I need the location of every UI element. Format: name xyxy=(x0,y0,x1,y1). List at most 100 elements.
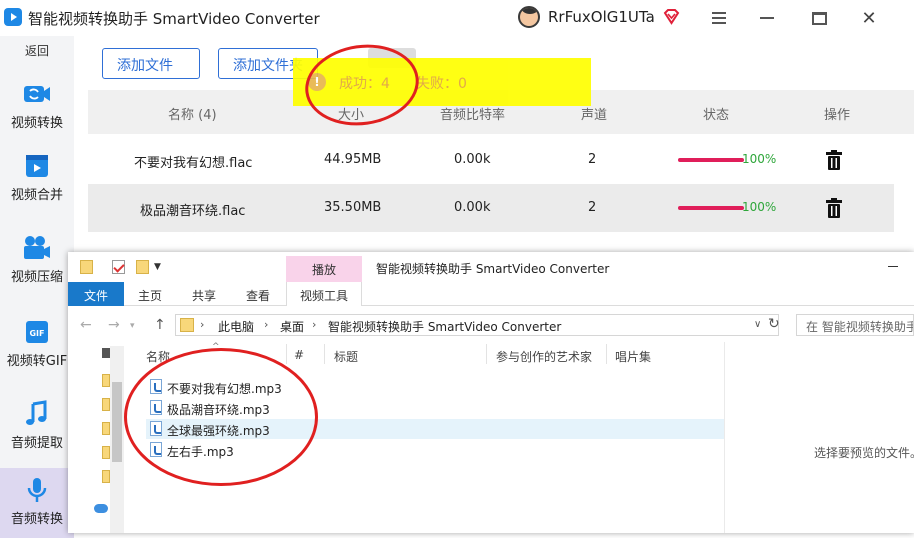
tab-share[interactable]: 共享 xyxy=(184,282,224,306)
file-name: 极品潮音环绕.mp3 xyxy=(167,403,270,417)
maximize-button[interactable] xyxy=(806,6,832,30)
refresh-icon[interactable]: ↻ xyxy=(768,316,780,332)
sidebar-item-video-compress[interactable]: 视频压缩 xyxy=(0,226,74,296)
column-separator[interactable] xyxy=(324,344,325,364)
maximize-icon xyxy=(811,11,827,25)
column-separator[interactable] xyxy=(286,344,287,364)
audio-file-icon xyxy=(150,379,162,394)
column-separator[interactable] xyxy=(606,344,607,364)
trash-icon[interactable] xyxy=(826,198,842,218)
recent-locations-icon[interactable]: ▾ xyxy=(130,321,135,331)
sidebar-item-label: 视频转换 xyxy=(10,116,63,131)
sidebar: 返回 视频转换 视频合并 视频压缩 GIF 视频转GIF 音频提取 音频转换 xyxy=(0,36,74,538)
col-album[interactable]: 唱片集 xyxy=(615,348,651,365)
sidebar-item-video-convert[interactable]: 视频转换 xyxy=(0,72,74,142)
sidebar-item-audio-convert[interactable]: 音频转换 xyxy=(0,468,74,538)
sidebar-item-label: 视频压缩 xyxy=(10,270,63,285)
file-list-item[interactable]: 不要对我有幻想.mp3 xyxy=(146,377,724,397)
chevron-down-icon[interactable]: ∨ xyxy=(754,319,761,330)
folder-icon[interactable] xyxy=(80,260,93,274)
search-input[interactable]: 在 智能视频转换助手 xyxy=(796,314,914,336)
progress-bar xyxy=(678,206,744,210)
success-count: 成功：4 xyxy=(339,76,390,92)
breadcrumb-desktop[interactable]: 桌面 xyxy=(280,318,304,335)
col-track-number[interactable]: # xyxy=(294,348,304,362)
back-arrow-icon[interactable]: ← xyxy=(80,317,92,333)
onedrive-cloud-icon[interactable] xyxy=(94,504,108,513)
tab-home[interactable]: 主页 xyxy=(130,282,170,306)
folder-icon[interactable] xyxy=(102,374,110,387)
col-size: 大小 xyxy=(338,108,365,123)
table-row[interactable]: 极品潮音环绕.flac 35.50MB 0.00k 2 100% xyxy=(88,184,894,232)
breadcrumb-this-pc[interactable]: 此电脑 xyxy=(218,318,254,335)
pane-toggle-icon[interactable] xyxy=(102,348,110,358)
folder-icon[interactable] xyxy=(102,470,110,483)
col-channels: 声道 xyxy=(581,108,608,123)
properties-icon[interactable] xyxy=(112,260,125,274)
tab-file[interactable]: 文件 xyxy=(68,282,124,306)
trash-icon[interactable] xyxy=(826,150,842,170)
forward-arrow-icon[interactable]: → xyxy=(108,317,120,333)
explorer-title: 智能视频转换助手 SmartVideo Converter xyxy=(376,262,610,276)
chevron-right-icon: › xyxy=(264,318,269,331)
preview-pane-divider[interactable] xyxy=(724,342,725,533)
add-file-button[interactable]: 添加文件 xyxy=(102,48,200,79)
table-row[interactable]: 不要对我有幻想.flac 44.95MB 0.00k 2 100% xyxy=(88,136,894,184)
app-logo-icon xyxy=(4,8,22,26)
address-box[interactable]: › 此电脑 › 桌面 › 智能视频转换助手 SmartVideo Convert… xyxy=(175,314,780,336)
file-list-item[interactable]: 全球最强环绕.mp3 xyxy=(146,419,724,439)
sidebar-item-audio-extract[interactable]: 音频提取 xyxy=(0,392,74,462)
vip-diamond-icon[interactable] xyxy=(663,8,680,25)
address-bar-row: ← → ▾ ↑ › 此电脑 › 桌面 › 智能视频转换助手 SmartVideo… xyxy=(68,312,914,340)
row-size: 35.50MB xyxy=(324,200,382,215)
minimize-button[interactable] xyxy=(754,6,780,30)
app-title: 智能视频转换助手 SmartVideo Converter xyxy=(28,10,320,28)
row-bitrate: 0.00k xyxy=(454,152,491,167)
context-tab-play: 播放 xyxy=(286,256,362,282)
row-name: 极品潮音环绕.flac xyxy=(140,204,246,219)
svg-text:GIF: GIF xyxy=(29,329,44,338)
video-compress-icon xyxy=(24,236,50,259)
folder-icon xyxy=(180,318,194,332)
col-artist[interactable]: 参与创作的艺术家 xyxy=(496,348,592,365)
tab-view[interactable]: 查看 xyxy=(238,282,278,306)
folder-icon[interactable] xyxy=(102,422,110,435)
sidebar-item-video-to-gif[interactable]: GIF 视频转GIF xyxy=(0,310,74,380)
breadcrumb-app-folder[interactable]: 智能视频转换助手 SmartVideo Converter xyxy=(328,318,561,335)
warning-icon: ! xyxy=(308,73,326,91)
menu-icon xyxy=(712,9,726,27)
up-arrow-icon[interactable]: ↑ xyxy=(154,317,166,333)
row-channels: 2 xyxy=(588,152,597,167)
sidebar-item-label: 音频转换 xyxy=(10,512,63,527)
username[interactable]: RrFuxOlG1UTa xyxy=(548,8,655,26)
col-file-name[interactable]: 名称 xyxy=(146,348,170,365)
col-title[interactable]: 标题 xyxy=(334,348,358,365)
ribbon-tabs: 文件 主页 共享 查看 视频工具 xyxy=(68,282,914,306)
explorer-titlebar: ▼ 播放 智能视频转换助手 SmartVideo Converter xyxy=(68,252,914,282)
folder-icon[interactable] xyxy=(102,446,110,459)
file-list-item[interactable]: 极品潮音环绕.mp3 xyxy=(146,398,724,418)
video-convert-icon xyxy=(24,86,50,102)
back-link[interactable]: 返回 xyxy=(0,42,74,59)
nav-scrollbar-thumb[interactable] xyxy=(112,382,122,462)
sidebar-item-label: 视频合并 xyxy=(10,188,63,203)
new-folder-icon[interactable] xyxy=(136,260,149,274)
sidebar-item-video-merge[interactable]: 视频合并 xyxy=(0,144,74,214)
column-separator[interactable] xyxy=(486,344,487,364)
explorer-minimize-icon[interactable] xyxy=(888,266,898,267)
avatar[interactable] xyxy=(518,6,540,28)
col-actions: 操作 xyxy=(824,108,851,123)
file-list-item[interactable]: 左右手.mp3 xyxy=(146,440,724,460)
folder-icon[interactable] xyxy=(102,398,110,411)
preview-hint: 选择要预览的文件。 xyxy=(814,446,914,460)
minimize-icon xyxy=(760,17,774,19)
close-button[interactable]: ✕ xyxy=(856,6,882,30)
tab-video-tools[interactable]: 视频工具 xyxy=(286,282,362,306)
audio-file-icon xyxy=(150,400,162,415)
menu-button[interactable] xyxy=(706,6,732,30)
app-titlebar: 智能视频转换助手 SmartVideo Converter RrFuxOlG1U… xyxy=(0,0,914,36)
progress-percent: 100% xyxy=(742,200,777,214)
chevron-right-icon: › xyxy=(200,318,205,331)
chevron-down-icon[interactable]: ▼ xyxy=(154,262,161,272)
file-name: 全球最强环绕.mp3 xyxy=(167,424,270,438)
